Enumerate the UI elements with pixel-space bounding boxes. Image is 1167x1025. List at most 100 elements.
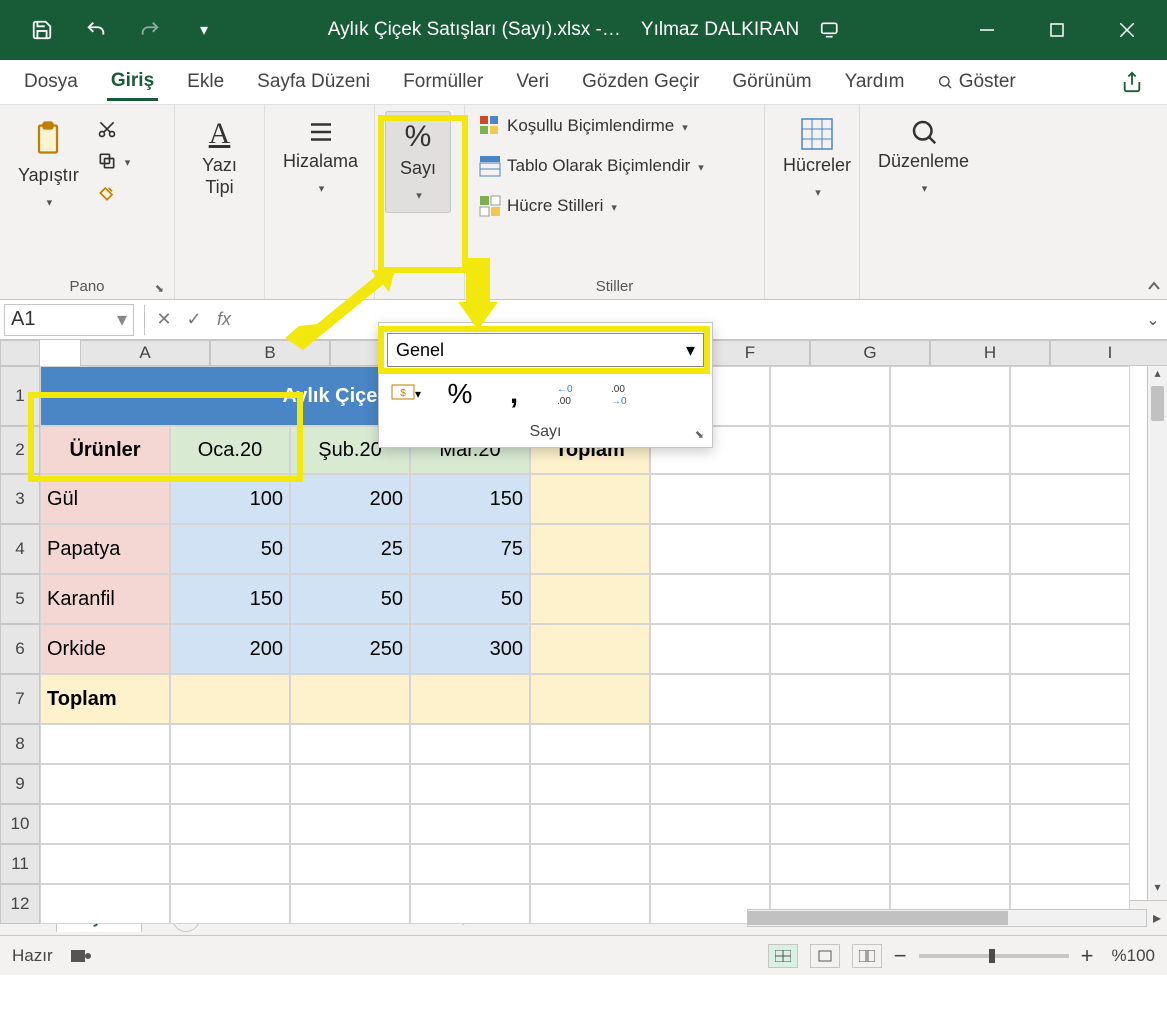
- increase-decimal-button[interactable]: ←0.00: [553, 379, 583, 409]
- conditional-formatting-button[interactable]: Koşullu Biçimlendirme: [475, 113, 708, 139]
- cell[interactable]: 300: [410, 624, 530, 674]
- scroll-down-icon[interactable]: ▾: [1148, 880, 1167, 900]
- tab-review[interactable]: Gözden Geçir: [578, 65, 703, 99]
- cell[interactable]: [650, 474, 770, 524]
- tab-pagelayout[interactable]: Sayfa Düzeni: [253, 65, 374, 99]
- row-header[interactable]: 6: [0, 624, 40, 674]
- cell[interactable]: [290, 674, 410, 724]
- cell[interactable]: [530, 724, 650, 764]
- cell[interactable]: [890, 764, 1010, 804]
- tab-tellme[interactable]: Göster: [933, 65, 1019, 99]
- undo-icon[interactable]: [84, 18, 108, 42]
- row-header[interactable]: 3: [0, 474, 40, 524]
- cell[interactable]: Oca.20: [170, 426, 290, 474]
- cell[interactable]: Papatya: [40, 524, 170, 574]
- number-group-button[interactable]: % Sayı: [385, 111, 451, 213]
- cell[interactable]: [650, 674, 770, 724]
- cell[interactable]: [770, 574, 890, 624]
- row-header[interactable]: 12: [0, 884, 40, 924]
- tab-data[interactable]: Veri: [512, 65, 553, 99]
- cell[interactable]: [290, 764, 410, 804]
- cell[interactable]: [530, 884, 650, 924]
- cell[interactable]: [530, 844, 650, 884]
- cell[interactable]: [770, 474, 890, 524]
- cell[interactable]: [890, 474, 1010, 524]
- cell[interactable]: [170, 764, 290, 804]
- cell[interactable]: [1010, 524, 1130, 574]
- cell[interactable]: [890, 426, 1010, 474]
- cell[interactable]: [890, 724, 1010, 764]
- row-header[interactable]: 11: [0, 844, 40, 884]
- comma-format-button[interactable]: ,: [499, 379, 529, 409]
- scroll-thumb[interactable]: [748, 911, 1008, 925]
- row-header[interactable]: 10: [0, 804, 40, 844]
- cell[interactable]: [530, 574, 650, 624]
- cell[interactable]: [40, 764, 170, 804]
- cell[interactable]: [1010, 844, 1130, 884]
- cell[interactable]: [890, 624, 1010, 674]
- cell[interactable]: [1010, 624, 1130, 674]
- cell[interactable]: [410, 724, 530, 764]
- cell[interactable]: [890, 524, 1010, 574]
- zoom-out-button[interactable]: −: [894, 943, 907, 969]
- cell[interactable]: [770, 426, 890, 474]
- alignment-group-button[interactable]: Hizalama: [275, 111, 366, 203]
- row-header[interactable]: 2: [0, 426, 40, 474]
- horizontal-scrollbar[interactable]: ◂ ▸: [727, 908, 1167, 928]
- paste-button[interactable]: Yapıştır: [10, 111, 87, 217]
- save-icon[interactable]: [30, 18, 54, 42]
- scroll-up-icon[interactable]: ▴: [1148, 366, 1167, 386]
- cell[interactable]: [1010, 426, 1130, 474]
- cell[interactable]: [170, 884, 290, 924]
- cell[interactable]: [650, 724, 770, 764]
- row-header[interactable]: 5: [0, 574, 40, 624]
- cell[interactable]: [40, 804, 170, 844]
- cell[interactable]: [40, 844, 170, 884]
- cell[interactable]: [1010, 366, 1130, 426]
- row-header[interactable]: 9: [0, 764, 40, 804]
- cell[interactable]: Karanfil: [40, 574, 170, 624]
- cell[interactable]: [410, 674, 530, 724]
- column-header[interactable]: H: [930, 340, 1050, 366]
- cell[interactable]: 50: [170, 524, 290, 574]
- expand-formula-bar-icon[interactable]: ⌄: [1143, 310, 1163, 330]
- cell[interactable]: [650, 574, 770, 624]
- cell[interactable]: [650, 804, 770, 844]
- cell[interactable]: [410, 764, 530, 804]
- cell[interactable]: 50: [410, 574, 530, 624]
- tab-help[interactable]: Yardım: [841, 65, 909, 99]
- cell[interactable]: [530, 474, 650, 524]
- display-settings-icon[interactable]: [819, 20, 839, 40]
- cell[interactable]: [770, 624, 890, 674]
- chevron-down-icon[interactable]: ▾: [117, 307, 127, 332]
- tab-formulas[interactable]: Formüller: [399, 65, 487, 99]
- cell[interactable]: [530, 624, 650, 674]
- cell[interactable]: [1010, 674, 1130, 724]
- normal-view-button[interactable]: [768, 944, 798, 968]
- cell[interactable]: 150: [410, 474, 530, 524]
- tab-file[interactable]: Dosya: [20, 65, 82, 99]
- minimize-button[interactable]: [967, 10, 1007, 50]
- cell[interactable]: [890, 844, 1010, 884]
- macro-record-icon[interactable]: [71, 948, 91, 964]
- cell[interactable]: [530, 764, 650, 804]
- cell[interactable]: [40, 884, 170, 924]
- tab-view[interactable]: Görünüm: [728, 65, 815, 99]
- accounting-format-button[interactable]: $▾: [391, 379, 421, 409]
- vertical-scrollbar[interactable]: ▴ ▾: [1147, 366, 1167, 900]
- cell[interactable]: 150: [170, 574, 290, 624]
- cell[interactable]: [1010, 764, 1130, 804]
- editing-group-button[interactable]: Düzenleme: [870, 111, 977, 203]
- cell[interactable]: [40, 724, 170, 764]
- page-break-view-button[interactable]: [852, 944, 882, 968]
- cell[interactable]: 75: [410, 524, 530, 574]
- percent-format-button[interactable]: %: [445, 379, 475, 409]
- share-button[interactable]: [1117, 65, 1147, 99]
- cell[interactable]: [410, 844, 530, 884]
- cell[interactable]: [770, 674, 890, 724]
- cancel-formula-icon[interactable]: ✕: [149, 309, 179, 330]
- dialog-launcher-icon[interactable]: ⬊: [695, 428, 704, 441]
- number-format-dropdown[interactable]: Genel ▾: [387, 333, 704, 367]
- cell[interactable]: [770, 524, 890, 574]
- redo-icon[interactable]: [138, 18, 162, 42]
